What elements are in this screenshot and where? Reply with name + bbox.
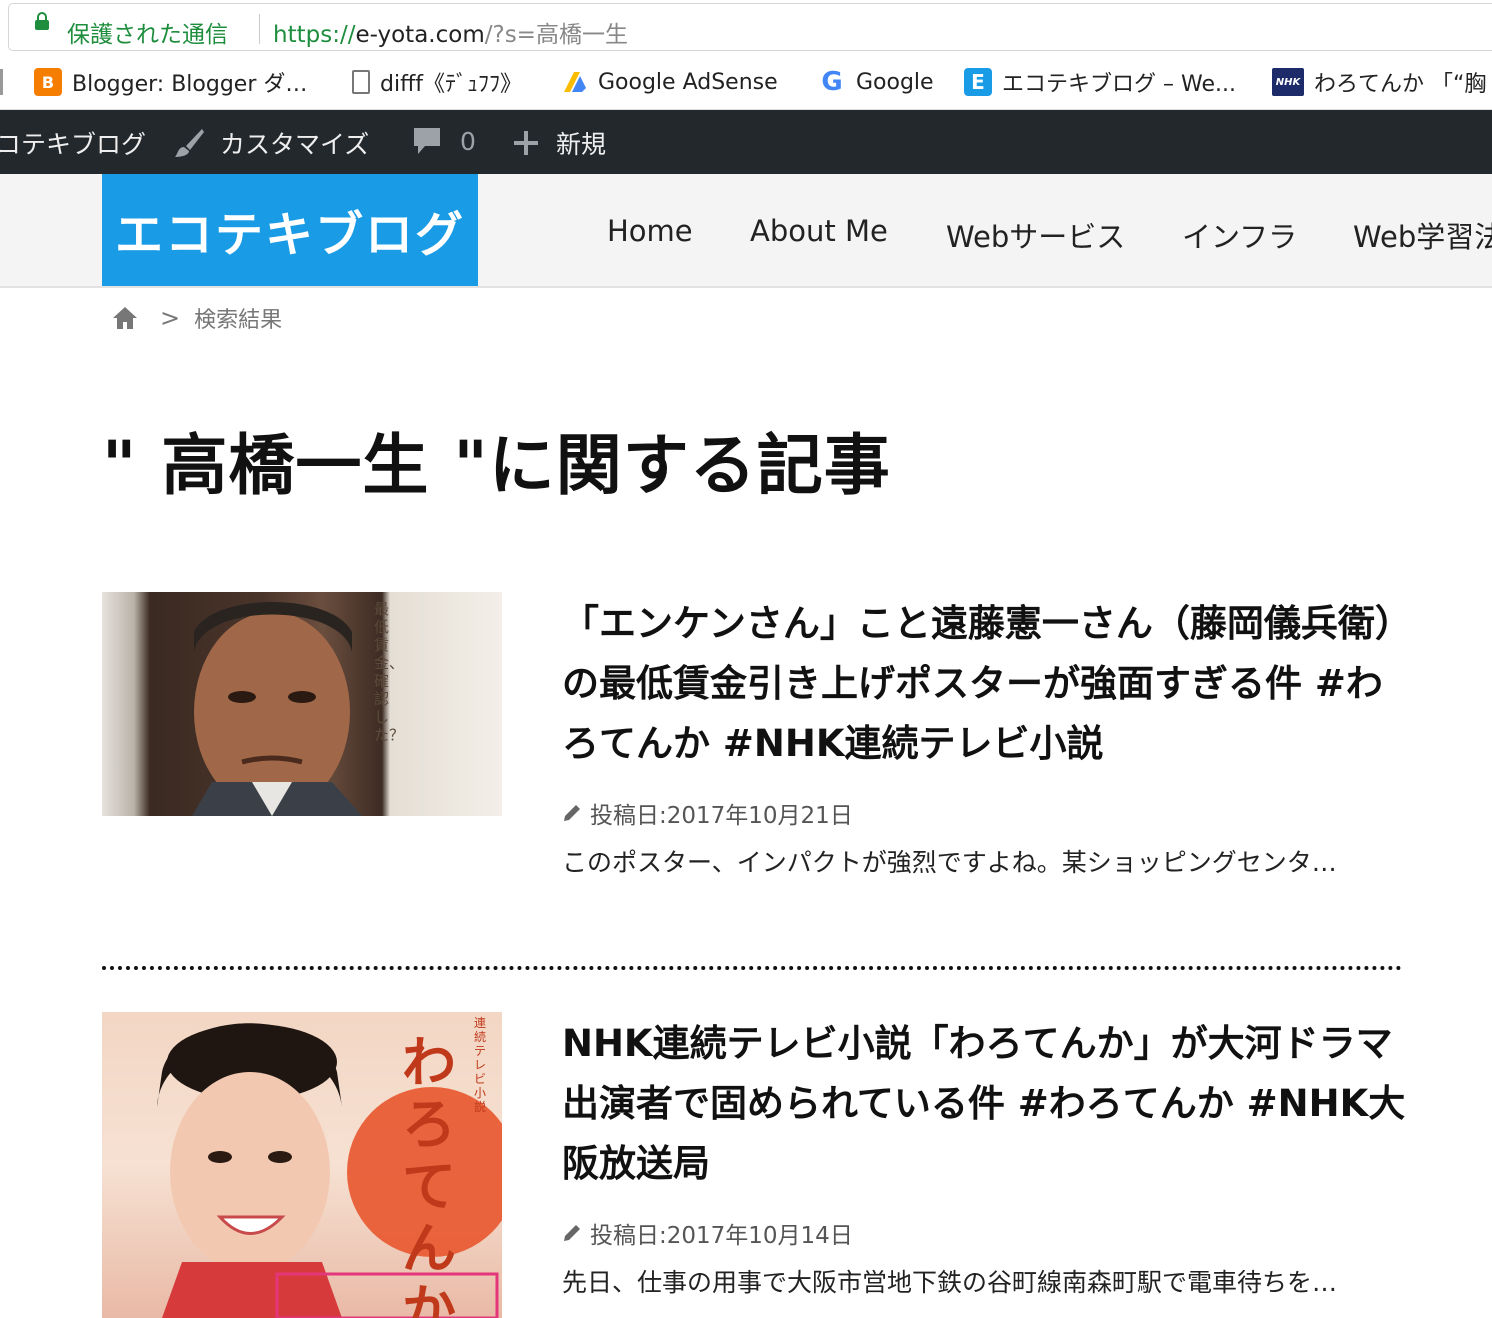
poster-title-vertical: わろてんか [402, 1031, 456, 1318]
breadcrumb-current: 検索結果 [194, 308, 283, 333]
article-excerpt: 先日、仕事の用事で大阪市営地下鉄の谷町線南森町駅で電車待ちを… [562, 1268, 1338, 1297]
admin-customize-link[interactable]: カスタマイズ [172, 125, 369, 161]
article-divider [102, 966, 1402, 970]
url-separator [259, 14, 260, 44]
e-icon: E [964, 68, 992, 96]
home-icon[interactable] [112, 306, 138, 330]
nav-infra[interactable]: インフラ [1182, 214, 1297, 256]
article-thumbnail[interactable]: 最低賃金、確認した？ [102, 592, 502, 816]
brush-icon [172, 126, 206, 160]
lock-icon [35, 12, 49, 30]
article-thumbnail[interactable]: わろてんか 連続テレビ小説 [102, 1012, 502, 1318]
bookmark-label: difff《ﾃﾞｭﾌﾌ》 [380, 72, 522, 97]
url-scheme: https:// [273, 22, 356, 48]
bookmark-difff[interactable]: difff《ﾃﾞｭﾌﾌ》 [348, 67, 522, 97]
bookmarks-bar: B Blogger: Blogger ダ… difff《ﾃﾞｭﾌﾌ》 Googl… [0, 55, 1492, 110]
portrait-illustration [192, 602, 362, 816]
admin-comments-link[interactable]: 0 [412, 125, 476, 157]
article-excerpt: このポスター、インパクトが強烈ですよね。某ショッピングセンタ… [562, 848, 1337, 877]
comment-count: 0 [460, 126, 476, 156]
url-host: e-yota.com [355, 22, 485, 48]
site-logo[interactable]: エコテキブログ [102, 174, 478, 286]
nav-web-learning[interactable]: Web学習法 [1353, 214, 1492, 256]
bookmark-warotenka[interactable]: NHK わろてんか 「“胸 [1272, 67, 1486, 97]
nhk-icon: NHK [1272, 68, 1304, 96]
article-card: わろてんか 連続テレビ小説 NHK連続テレビ小説「わろてんか」が大河ドラマ出演者… [102, 1012, 1405, 1318]
secure-label[interactable]: 保護された通信 [67, 15, 228, 49]
bookmark-blogger[interactable]: B Blogger: Blogger ダ… [34, 67, 307, 97]
nav-about-me[interactable]: About Me [750, 214, 888, 248]
bookmark-label: わろてんか 「“胸 [1314, 72, 1487, 97]
bookmark-overflow-edge [0, 69, 3, 95]
browser-url-bar: 保護された通信 https://e-yota.com/?s=高橋一生 [0, 0, 1492, 55]
admin-site-link[interactable]: コテキブログ [0, 125, 146, 161]
plus-icon [512, 129, 540, 157]
admin-new-link[interactable]: 新規 [512, 125, 606, 161]
poster-caption: 最低賃金、確認した？ [374, 600, 405, 744]
comment-icon [412, 125, 442, 157]
article-meta: 投稿日:2017年10月14日 [562, 1216, 853, 1250]
article-meta: 投稿日:2017年10月21日 [562, 796, 853, 830]
bookmark-google[interactable]: G Google [818, 67, 934, 97]
document-icon [352, 70, 370, 94]
admin-site-label: コテキブログ [0, 130, 147, 159]
bookmark-label: Google AdSense [598, 69, 778, 95]
wp-admin-bar: コテキブログ カスタマイズ 0 新規 [0, 110, 1492, 174]
article-title-link[interactable]: 「エンケンさん」こと遠藤憲一さん（藤岡儀兵衛）の最低賃金引き上げポスターが強面す… [562, 594, 1408, 774]
nav-home[interactable]: Home [607, 214, 693, 248]
nav-web-services[interactable]: Webサービス [946, 214, 1125, 256]
bookmark-ecotekiblog[interactable]: E エコテキブログ – We... [964, 67, 1236, 97]
admin-customize-label: カスタマイズ [220, 130, 370, 159]
breadcrumb-separator: > [160, 304, 181, 332]
blogger-icon: B [34, 68, 62, 96]
poster-subtitle-vertical: 連続テレビ小説 [474, 1016, 487, 1114]
article-card: 最低賃金、確認した？ 「エンケンさん」こと遠藤憲一さん（藤岡儀兵衛）の最低賃金引… [102, 592, 1402, 932]
page-title: " 高橋一生 "に関する記事 [102, 427, 891, 504]
adsense-icon [560, 68, 588, 96]
admin-new-label: 新規 [556, 130, 607, 159]
pencil-icon [562, 1223, 582, 1243]
pencil-icon [562, 803, 582, 823]
url-text[interactable]: https://e-yota.com/?s=高橋一生 [273, 15, 628, 49]
site-header: エコテキブログ Home About Me Webサービス インフラ Web学習… [0, 174, 1492, 288]
bookmark-label: Google [856, 69, 934, 95]
bookmark-label: Blogger: Blogger ダ… [72, 72, 308, 97]
article-date: 投稿日:2017年10月21日 [590, 803, 853, 829]
bookmark-label: エコテキブログ – We... [1002, 72, 1236, 97]
google-icon: G [821, 67, 843, 97]
article-date: 投稿日:2017年10月14日 [590, 1223, 853, 1249]
url-path: /?s=高橋一生 [484, 22, 628, 48]
breadcrumb: > 検索結果 [112, 302, 282, 334]
site-logo-text: エコテキブログ [114, 207, 465, 263]
article-title-link[interactable]: NHK連続テレビ小説「わろてんか」が大河ドラマ出演者で固められている件 #わろて… [562, 1014, 1408, 1194]
bookmark-adsense[interactable]: Google AdSense [560, 67, 778, 97]
address-bar[interactable]: 保護された通信 https://e-yota.com/?s=高橋一生 [8, 3, 1492, 51]
